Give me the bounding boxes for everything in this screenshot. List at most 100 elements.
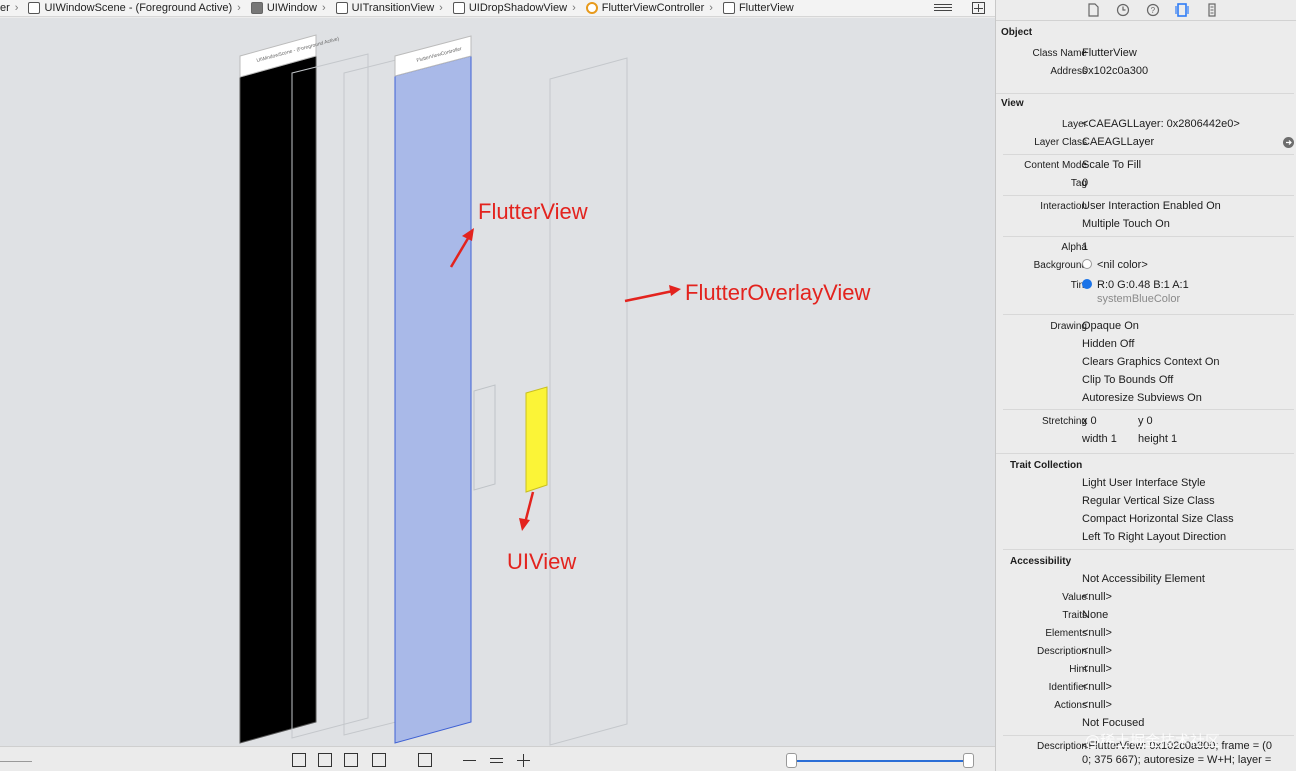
chevron-right-icon: › [709, 2, 713, 14]
trait-layout-direction: Left To Right Layout Direction [1082, 531, 1227, 543]
breadcrumb-label: UITransitionView [351, 2, 435, 14]
stretching-height: height 1 [1138, 433, 1178, 445]
view-icon [722, 2, 735, 14]
interaction-value-2: Multiple Touch On [1082, 218, 1170, 230]
stretching-x: x 0 [1082, 415, 1097, 427]
object-section-title: Object [1001, 27, 1033, 38]
accessibility-identifier-value: <null> [1082, 681, 1112, 693]
class-name-value: FlutterView [1082, 47, 1137, 59]
file-inspector-icon[interactable] [1086, 3, 1100, 17]
stretching-y: y 0 [1138, 415, 1153, 427]
trait-collection-title: Trait Collection [1010, 460, 1083, 471]
drawing-hidden: Hidden Off [1082, 338, 1135, 350]
breadcrumb-item-drop-shadow-view[interactable]: UIDropShadowView › [447, 0, 580, 16]
accessibility-actions-value: <null> [1082, 699, 1112, 711]
background-label: Background [1033, 260, 1087, 271]
jump-bar-breadcrumb: er › UIWindowScene - (Foreground Active) ›… [0, 0, 995, 17]
flutter-overlay-view-annotation: FlutterOverlayView [685, 280, 871, 305]
layer-value: <CAEAGLLayer: 0x2806442e0> [1082, 118, 1240, 130]
flutter-overlay-arrow [624, 289, 674, 303]
breadcrumb-item-flutter-view[interactable]: FlutterView [717, 0, 798, 16]
accessibility-description-label: Description [1036, 646, 1087, 657]
description-line-2: 0; 375 667); autoresize = W+H; layer = [1082, 754, 1272, 766]
view-hierarchy-canvas[interactable]: UIWindowScene - (Foreground Active) Flut… [0, 18, 995, 746]
chevron-right-icon: › [14, 2, 19, 14]
zoom-actual-size-icon[interactable] [490, 753, 504, 767]
window-scene-layer[interactable] [239, 55, 317, 744]
help-inspector-icon[interactable]: ? [1146, 3, 1160, 17]
drawing-autoresize-subviews: Autoresize Subviews On [1082, 392, 1202, 404]
inspector-tabs: ? [996, 0, 1296, 21]
accessibility-title: Accessibility [1010, 556, 1072, 567]
drawing-clears-context: Clears Graphics Context On [1082, 356, 1220, 368]
breadcrumb-item[interactable]: er › [0, 0, 22, 16]
breadcrumb-item-view-controller[interactable]: FlutterViewController › [580, 0, 717, 16]
document-items-menu-icon[interactable] [934, 2, 952, 14]
class-name-label: Class Name [1032, 48, 1087, 59]
exploded-view-layers[interactable]: UIWindowScene - (Foreground Active) Flut… [0, 18, 995, 746]
history-inspector-icon[interactable] [1116, 3, 1130, 17]
uiview-layer[interactable] [525, 386, 548, 493]
zoom-out-icon[interactable] [463, 753, 477, 767]
breadcrumb-label: FlutterView [738, 2, 794, 14]
layer-range-slider-track[interactable] [792, 760, 968, 762]
zoom-in-icon[interactable] [517, 753, 531, 767]
layer-class-label: Layer Class [1034, 137, 1087, 148]
object-inspector-icon[interactable] [1175, 3, 1189, 17]
breadcrumb-item-window-scene[interactable]: UIWindowScene - (Foreground Active) › [22, 0, 244, 16]
go-to-arrow-icon[interactable] [1283, 137, 1294, 148]
flutter-view-layer[interactable] [394, 55, 472, 744]
size-inspector-icon[interactable] [1205, 3, 1219, 17]
breadcrumb-label: UIWindow [266, 2, 317, 14]
accessibility-traits-value: None [1082, 609, 1109, 621]
description-label: Description [1036, 741, 1087, 752]
accessibility-description-value: <null> [1082, 645, 1112, 657]
orient-to-3d-icon[interactable] [418, 753, 432, 767]
accessibility-hint-value: <null> [1082, 663, 1112, 675]
accessibility-value: <null> [1082, 591, 1112, 603]
section-divider [996, 93, 1294, 94]
section-divider [996, 453, 1294, 454]
section-divider [1003, 409, 1294, 410]
section-divider [1003, 154, 1294, 155]
tint-color-swatch [1082, 279, 1092, 289]
breadcrumb-item-window[interactable]: UIWindow › [245, 0, 330, 16]
alpha-value: 1 [1082, 241, 1089, 253]
section-divider [1003, 195, 1294, 196]
tint-value: R:0 G:0.48 B:1 A:1 [1082, 279, 1189, 291]
trait-horizontal-size-class: Compact Horizontal Size Class [1082, 513, 1234, 525]
uiview-arrowhead [519, 518, 530, 531]
interaction-value-1: User Interaction Enabled On [1082, 200, 1221, 212]
filter-field-line[interactable] [0, 761, 32, 762]
flutter-overlay-view-layer[interactable] [549, 57, 628, 746]
trait-interface-style: Light User Interface Style [1082, 477, 1206, 489]
section-divider [1003, 314, 1294, 315]
layer-range-end-handle[interactable] [963, 753, 974, 768]
chevron-right-icon: › [321, 2, 326, 14]
add-editor-icon[interactable] [972, 2, 985, 14]
layer-class-value: CAEAGLLayer [1082, 136, 1155, 148]
content-mode-label: Content Mode [1024, 160, 1087, 171]
view-section-title: View [1001, 98, 1024, 109]
background-value: <nil color> [1082, 259, 1148, 271]
adjust-view-mode-icon[interactable] [344, 753, 358, 767]
layer-range-start-handle[interactable] [786, 753, 797, 768]
subview-outline[interactable] [473, 384, 496, 491]
svg-text:?: ? [1151, 6, 1156, 15]
accessibility-element-status: Not Accessibility Element [1082, 573, 1205, 585]
address-value: 0x102c0a300 [1082, 65, 1149, 77]
show-constraints-icon[interactable] [318, 753, 332, 767]
accessibility-focus-status: Not Focused [1082, 717, 1145, 729]
uiview-annotation: UIView [507, 549, 577, 574]
scene-icon [28, 2, 41, 14]
flutter-overlay-arrowhead [669, 285, 681, 296]
breadcrumb-label: UIDropShadowView [468, 2, 568, 14]
breadcrumb-label: UIWindowScene - (Foreground Active) [44, 2, 233, 14]
breadcrumb-label: er [0, 2, 10, 14]
change-canvas-background-icon[interactable] [372, 753, 386, 767]
breadcrumb-item-transition-view[interactable]: UITransitionView › [330, 0, 447, 16]
trait-vertical-size-class: Regular Vertical Size Class [1082, 495, 1215, 507]
view-icon [335, 2, 348, 14]
tag-value: 0 [1082, 177, 1089, 189]
show-clipped-content-icon[interactable] [292, 753, 306, 767]
